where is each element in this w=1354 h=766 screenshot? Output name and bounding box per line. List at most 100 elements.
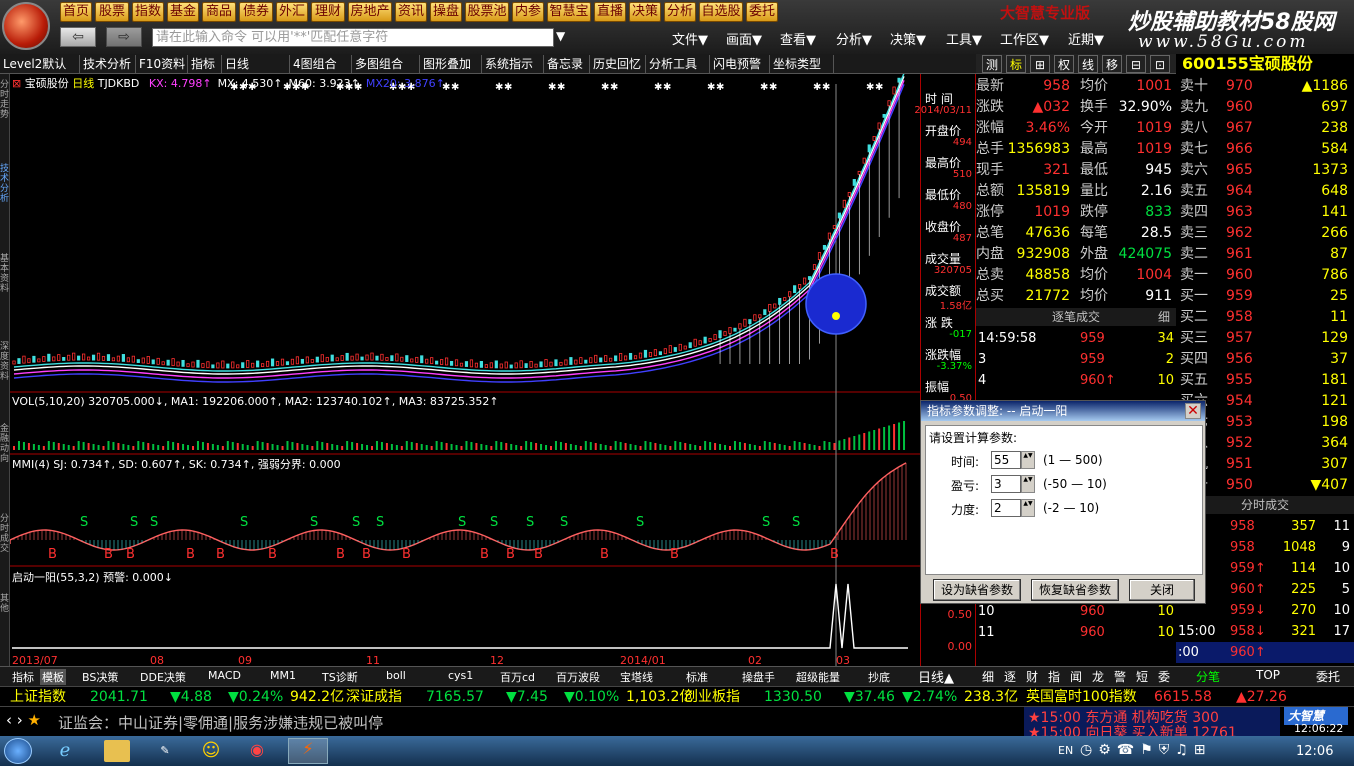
command-dropdown-icon[interactable]: ▼ [556,29,565,43]
nav-8[interactable]: 房地产 [348,2,392,22]
right-tab-1[interactable]: 标 [1006,55,1026,73]
nav-12[interactable]: 内参 [512,2,544,22]
toolbar-item-8[interactable]: 系统指示 [482,55,544,73]
right-tab-6[interactable]: ⊟ [1126,55,1146,73]
sell-row[interactable]: 卖二 961 87 [1176,244,1352,265]
right-tab-4[interactable]: 线 [1078,55,1098,73]
left-tab-3[interactable]: 深度资料 [0,342,10,382]
rb-tab-3[interactable]: 指 [1044,668,1064,685]
right-tab-7[interactable]: ⊡ [1150,55,1170,73]
menu-2[interactable]: 查看▼ [780,29,816,48]
period-switch[interactable]: 日线▲ [918,667,954,686]
toolbar-item-7[interactable]: 图形叠加 [420,55,482,73]
indicator-tab-13[interactable]: 操盘手 [742,669,775,685]
nav-18[interactable]: 委托 [746,2,778,22]
rb-tab-8[interactable]: 委 [1154,668,1174,685]
app-logo[interactable] [2,2,50,50]
sell-row[interactable]: 卖十 970 ▲1186 [1176,76,1352,97]
toolbar-item-10[interactable]: 历史回忆 [590,55,646,73]
indicator-tab-4[interactable]: MACD [208,669,241,682]
indicator-tab-11[interactable]: 宝塔线 [620,669,653,685]
forward-button[interactable]: ⇨ [106,27,142,47]
nav-16[interactable]: 分析 [664,2,696,22]
sell-row[interactable]: 卖七 966 584 [1176,139,1352,160]
param-spin-icon-0[interactable]: ▲▼ [1021,451,1035,469]
ticker-name-2[interactable]: 创业板指 [684,688,740,706]
dialog-close-icon[interactable]: ✕ [1185,403,1201,419]
toolbar-item-4[interactable]: 日线 [222,55,290,73]
news-nav-icon[interactable]: ‹ › ★ [6,711,41,729]
ticker-name-3[interactable]: 英国富时100指数 [1026,688,1137,706]
indicator-tab-3[interactable]: DDE决策 [140,669,186,685]
param-input-2[interactable]: 2 [991,499,1021,517]
restore-default-button[interactable]: 恢复缺省参数 [1031,579,1119,601]
toolbar-item-1[interactable]: 技术分析 [80,55,136,73]
nav-13[interactable]: 智慧宝 [547,2,591,22]
kline-chart[interactable]: ✱ ✱ ✱ ✱ ✱ ✱ ✱ ✱ ✱ ✱ ✱ ✱ ✱ ✱ ✱ ✱ ✱ ✱ ✱ ✱ ✱ ✱ ✱ ✱ ✱ ✱ ✱ ✱ ✱ ✱ S S S S S S S S S S… [9,63,920,667]
menu-7[interactable]: 近期▼ [1068,29,1104,48]
ie-icon[interactable]: ℯ [52,740,78,762]
toolbar-item-13[interactable]: 坐标类型 [770,55,834,73]
left-tab-2[interactable]: 基本资料 [0,254,10,294]
toolbar-item-12[interactable]: 闪电预警 [710,55,770,73]
left-tab-0[interactable]: 分时走势 [0,80,10,120]
set-default-button[interactable]: 设为缺省参数 [933,579,1021,601]
nav-2[interactable]: 指数 [132,2,164,22]
toolbar-item-5[interactable]: 4图组合 [290,55,352,73]
indicator-tab-8[interactable]: cys1 [448,669,473,682]
nav-1[interactable]: 股票 [95,2,129,22]
menu-3[interactable]: 分析▼ [836,29,872,48]
tray-icons[interactable]: ◷⚙☎⚑⛨♫⊞ [1080,742,1212,758]
rb-tab-6[interactable]: 警 [1110,668,1130,685]
ticker-name-1[interactable]: 深证成指 [346,688,402,706]
rb-tab-4[interactable]: 闻 [1066,668,1086,685]
nav-15[interactable]: 决策 [629,2,661,22]
menu-5[interactable]: 工具▼ [946,29,982,48]
toolbar-item-3[interactable]: 指标 [188,55,222,73]
nav-5[interactable]: 债券 [239,2,273,22]
rb-tab-0[interactable]: 细 [978,668,998,685]
toolbar-item-2[interactable]: F10资料 [136,55,188,73]
indicator-tab-10[interactable]: 百万波段 [556,669,600,685]
sell-row[interactable]: 卖六 965 1373 [1176,160,1352,181]
left-tab-4[interactable]: 金融动向 [0,424,10,464]
right-tab-2[interactable]: ⊞ [1030,55,1050,73]
rb-tab-2[interactable]: 财 [1022,668,1042,685]
app-icon-2[interactable]: ◉ [244,740,270,762]
indicator-tab-0[interactable]: 指标 [12,669,34,685]
sell-row[interactable]: 卖四 963 141 [1176,202,1352,223]
buy-row[interactable]: 买五 955 181 [1176,370,1352,391]
toolbar-item-9[interactable]: 备忘录 [544,55,590,73]
nav-10[interactable]: 操盘 [430,2,462,22]
smiley-icon[interactable]: ☺ [198,740,224,762]
left-tab-6[interactable]: 其他 [0,594,10,614]
dazhihui-task-icon[interactable]: ⚡ [288,738,328,764]
sell-row[interactable]: 卖八 967 238 [1176,118,1352,139]
nav-4[interactable]: 商品 [202,2,236,22]
indicator-tab-5[interactable]: MM1 [270,669,296,682]
nav-7[interactable]: 理财 [311,2,345,22]
rb-tab-7[interactable]: 短 [1132,668,1152,685]
nav-14[interactable]: 直播 [594,2,626,22]
nav-3[interactable]: 基金 [167,2,199,22]
menu-4[interactable]: 决策▼ [890,29,926,48]
indicator-tab-1[interactable]: 模板 [40,669,66,685]
nav-17[interactable]: 自选股 [699,2,743,22]
sell-row[interactable]: 卖五 964 648 [1176,181,1352,202]
right-tab-3[interactable]: 权 [1054,55,1074,73]
toolbar-item-6[interactable]: 多图组合 [352,55,420,73]
command-input[interactable]: 请在此输入命令 可以用'**'匹配任意字符 [152,28,554,47]
menu-0[interactable]: 文件▼ [672,29,708,48]
rb-tab-1[interactable]: 逐 [1000,668,1020,685]
sell-row[interactable]: 卖一 960 786 [1176,265,1352,286]
nav-0[interactable]: 首页 [60,2,92,22]
right-tab-0[interactable]: 测 [982,55,1002,73]
indicator-tab-6[interactable]: TS诊断 [322,669,358,685]
buy-row[interactable]: 买三 957 129 [1176,328,1352,349]
news-text[interactable]: 证监会：中山证券|零佣通|服务涉嫌违规已被叫停 [58,712,383,733]
rb-tab2-2[interactable]: 委托 [1316,668,1340,685]
left-tab-1[interactable]: 技术分析 [0,164,10,204]
nav-6[interactable]: 外汇 [276,2,308,22]
param-spin-icon-2[interactable]: ▲▼ [1021,499,1035,517]
back-button[interactable]: ⇦ [60,27,96,47]
